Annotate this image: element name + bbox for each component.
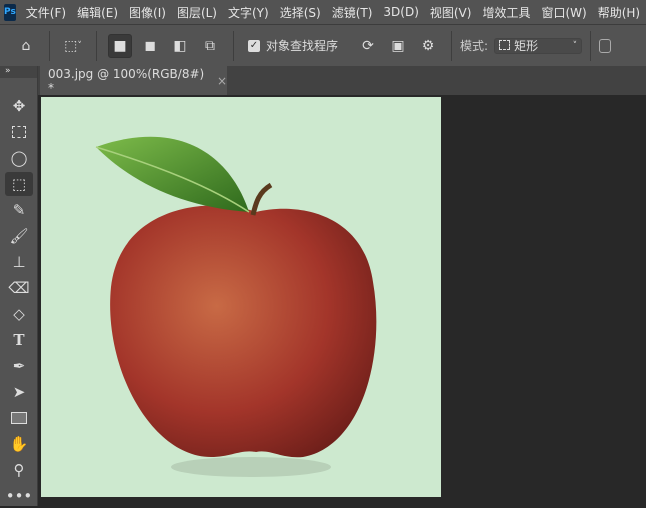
- rectangle-tool-icon[interactable]: [5, 406, 33, 430]
- more-tools-icon[interactable]: •••: [5, 484, 33, 508]
- move-tool-icon[interactable]: ✥: [5, 94, 33, 118]
- new-selection-icon[interactable]: ■: [108, 33, 132, 58]
- menu-plugins[interactable]: 增效工具: [482, 4, 530, 21]
- menu-help[interactable]: 帮助(H): [598, 4, 640, 21]
- menu-bar: Ps 文件(F) 编辑(E) 图像(I) 图层(L) 文字(Y) 选择(S) 滤…: [0, 0, 646, 24]
- options-bar: ⌂ ⬚ ˅ ■ ◼ ◧ ⧉ ✓ 对象查找程序 ⟳ ▣ ⚙ 模式: 矩形 ˅: [0, 24, 646, 66]
- divider: [590, 30, 592, 61]
- tool-preset-picker[interactable]: ⬚ ˅: [61, 34, 85, 58]
- menu-type[interactable]: 文字(Y): [228, 4, 269, 21]
- menu-image[interactable]: 图像(I): [129, 4, 166, 21]
- path-selection-icon[interactable]: ➤: [5, 380, 33, 404]
- document-canvas[interactable]: [41, 97, 441, 497]
- divider: [451, 30, 453, 61]
- clone-stamp-icon[interactable]: ⊥: [5, 250, 33, 274]
- lasso-icon[interactable]: ◯: [5, 146, 33, 170]
- menu-view[interactable]: 视图(V): [430, 4, 472, 21]
- tools-panel: » ✥ ◯ ⬚ ✎ 🖌︎ ⊥ ⌫ ◇ T ✒ ➤ ✋ ⚲ •••: [0, 66, 38, 506]
- document-tab[interactable]: 003.jpg @ 100%(RGB/8#) * ×: [40, 66, 227, 95]
- divider: [233, 30, 234, 61]
- menu-file[interactable]: 文件(F): [26, 4, 66, 21]
- document-tab-bar: 003.jpg @ 100%(RGB/8#) * ×: [38, 66, 646, 95]
- settings-gear-icon[interactable]: ⚙: [416, 34, 440, 58]
- menu-select[interactable]: 选择(S): [280, 4, 321, 21]
- close-tab-icon[interactable]: ×: [217, 74, 227, 88]
- brush-icon[interactable]: 🖌︎: [5, 224, 33, 248]
- divider: [49, 30, 50, 61]
- menu-filter[interactable]: 滤镜(T): [332, 4, 373, 21]
- rectangular-marquee-icon[interactable]: [5, 120, 33, 144]
- object-finder-checkbox[interactable]: ✓: [248, 39, 260, 52]
- add-to-selection-icon[interactable]: ◼: [138, 34, 162, 58]
- paint-bucket-icon[interactable]: ◇: [5, 302, 33, 326]
- menu-3d[interactable]: 3D(D): [383, 5, 418, 19]
- pen-icon[interactable]: ✒: [5, 354, 33, 378]
- refresh-icon[interactable]: ⟳: [356, 34, 380, 58]
- menu-layer[interactable]: 图层(L): [177, 4, 217, 21]
- mode-select[interactable]: 矩形 ˅: [494, 37, 583, 54]
- mode-value: 矩形: [514, 39, 539, 53]
- apple-image: [95, 136, 377, 477]
- object-finder-label: 对象查找程序: [266, 39, 339, 53]
- menu-window[interactable]: 窗口(W): [541, 4, 586, 21]
- hand-icon[interactable]: ✋: [5, 432, 33, 456]
- menu-edit[interactable]: 编辑(E): [77, 4, 118, 21]
- zoom-icon[interactable]: ⚲: [5, 458, 33, 482]
- panel-grip[interactable]: [0, 78, 37, 92]
- home-icon[interactable]: ⌂: [14, 34, 38, 58]
- checkbox[interactable]: [599, 38, 612, 53]
- chevron-down-icon: ˅: [572, 40, 578, 51]
- photoshop-logo: Ps: [4, 3, 16, 21]
- object-selection-icon[interactable]: ⬚: [5, 172, 33, 196]
- document-tab-title: 003.jpg @ 100%(RGB/8#) *: [48, 66, 205, 95]
- mode-label: 模式:: [460, 39, 489, 53]
- eyedropper-icon[interactable]: ✎: [5, 198, 33, 222]
- divider: [96, 30, 97, 61]
- type-tool-icon[interactable]: T: [5, 328, 33, 352]
- intersect-selection-icon[interactable]: ⧉: [198, 34, 222, 58]
- expand-panel-icon[interactable]: »: [0, 66, 37, 78]
- eraser-icon[interactable]: ⌫: [5, 276, 33, 300]
- show-all-objects-icon[interactable]: ▣: [386, 34, 410, 58]
- subtract-from-selection-icon[interactable]: ◧: [168, 34, 192, 58]
